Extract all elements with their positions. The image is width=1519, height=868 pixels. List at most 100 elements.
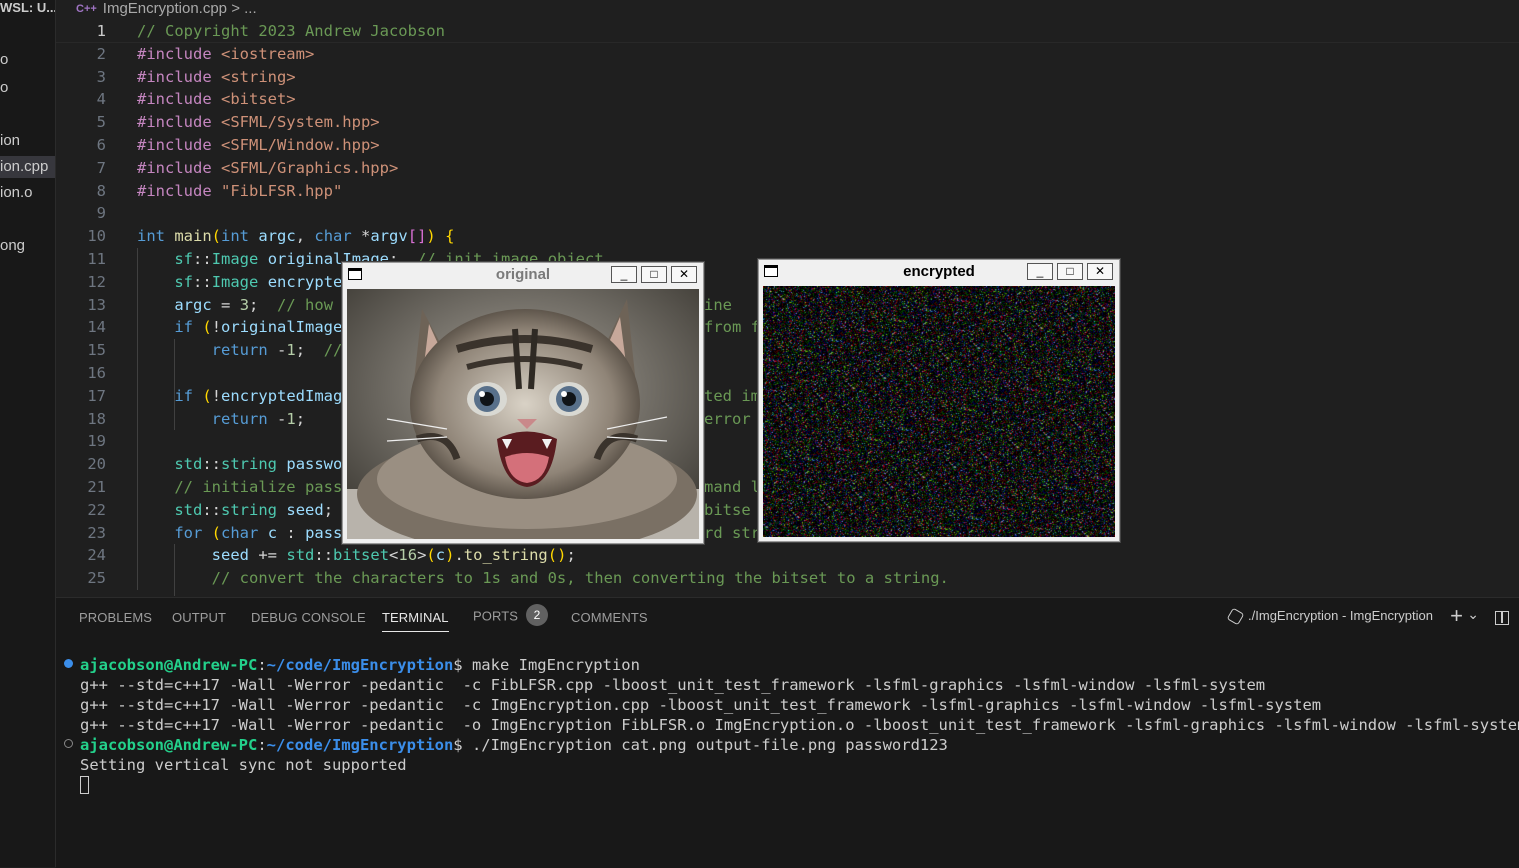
command-success-dot[interactable] xyxy=(64,659,73,668)
line-number[interactable]: 11 xyxy=(56,248,106,270)
minimize-button[interactable]: _ xyxy=(1027,263,1053,280)
line-number[interactable]: 8 xyxy=(56,180,106,202)
command-running-dot[interactable] xyxy=(64,739,73,748)
terminal-line: ajacobson@Andrew-PC:~/code/ImgEncryption… xyxy=(80,655,640,675)
line-number[interactable]: 16 xyxy=(56,362,106,384)
code-text-fragment: mand l xyxy=(704,478,760,496)
code-text: #include <string> xyxy=(137,67,296,86)
line-number[interactable]: 10 xyxy=(56,225,106,247)
code-line[interactable]: 1 // Copyright 2023 Andrew Jacobson xyxy=(56,20,1519,43)
explorer-item[interactable]: o xyxy=(0,49,55,71)
tab-terminal[interactable]: TERMINAL xyxy=(382,610,449,632)
tab-output[interactable]: OUTPUT xyxy=(172,610,226,625)
encrypted-image-window[interactable]: encrypted _ □ ✕ xyxy=(758,259,1120,542)
line-number[interactable]: 21 xyxy=(56,476,106,498)
line-number[interactable]: 13 xyxy=(56,294,106,316)
line-number[interactable]: 4 xyxy=(56,88,106,110)
explorer-item[interactable]: ion.o xyxy=(0,182,55,204)
explorer-item-selected[interactable]: ion.cpp xyxy=(0,156,55,178)
code-line[interactable]: 2 #include <iostream> xyxy=(56,43,1519,65)
code-line[interactable]: 9 xyxy=(56,202,1519,224)
code-line[interactable]: 6 #include <SFML/Window.hpp> xyxy=(56,134,1519,156)
terminal-selector[interactable]: ./ImgEncryption - ImgEncryption xyxy=(1226,607,1433,626)
add-terminal-icon[interactable]: + xyxy=(1450,603,1463,629)
code-line[interactable]: 3 #include <string> xyxy=(56,66,1519,88)
line-number[interactable]: 19 xyxy=(56,430,106,452)
terminal-output: Setting vertical sync not supported xyxy=(80,756,407,774)
chevron-down-icon[interactable]: ⌄ xyxy=(1467,606,1479,623)
line-number[interactable]: 24 xyxy=(56,544,106,566)
tab-ports-label: PORTS xyxy=(473,608,519,624)
tab-ports[interactable]: PORTS 2 xyxy=(473,604,549,628)
code-text: std::string seed; xyxy=(174,500,334,519)
window-titlebar[interactable]: original _ □ ✕ xyxy=(343,263,703,287)
terminal-output: g++ --std=c++17 -Wall -Werror -pedantic … xyxy=(80,696,1322,714)
code-text-fragment: from f xyxy=(704,318,760,337)
split-panel-icon[interactable] xyxy=(1495,611,1509,625)
line-number[interactable]: 3 xyxy=(56,66,106,88)
explorer-item[interactable]: ong xyxy=(0,235,55,257)
line-number[interactable]: 23 xyxy=(56,522,106,544)
minimize-button[interactable]: _ xyxy=(611,266,637,283)
indent-guide xyxy=(137,248,138,590)
line-number[interactable]: 12 xyxy=(56,271,106,293)
maximize-button[interactable]: □ xyxy=(1057,263,1083,280)
kitten-photo xyxy=(347,289,699,539)
line-number[interactable]: 18 xyxy=(56,408,106,430)
terminal-cursor[interactable] xyxy=(80,776,89,794)
line-number[interactable]: 22 xyxy=(56,499,106,521)
line-number[interactable]: 17 xyxy=(56,385,106,407)
tab-comments[interactable]: COMMENTS xyxy=(571,610,648,625)
tab-problems[interactable]: PROBLEMS xyxy=(79,610,152,625)
code-text: seed += std::bitset<16>(c).to_string(); xyxy=(211,546,576,565)
code-text: if (!encryptedImag xyxy=(174,386,343,405)
code-line[interactable]: 10 int main(int argc, char *argv[]) { xyxy=(56,225,1519,247)
code-line[interactable]: 7 #include <SFML/Graphics.hpp> xyxy=(56,157,1519,179)
window-titlebar[interactable]: encrypted _ □ ✕ xyxy=(759,260,1119,284)
line-number[interactable]: 7 xyxy=(56,157,106,179)
code-text: int main(int argc, char *argv[]) { xyxy=(137,227,455,246)
line-number[interactable]: 20 xyxy=(56,453,106,475)
code-text: return -1; // xyxy=(211,341,343,360)
line-number[interactable]: 2 xyxy=(56,43,106,65)
line-number[interactable]: 5 xyxy=(56,111,106,133)
line-number[interactable]: 9 xyxy=(56,202,106,224)
maximize-button[interactable]: □ xyxy=(641,266,667,283)
code-text-fragment: error xyxy=(704,409,751,428)
prompt-user: ajacobson@Andrew-PC xyxy=(80,736,258,754)
code-line[interactable]: 24 seed += std::bitset<16>(c).to_string(… xyxy=(56,544,1519,566)
code-line[interactable]: 8 #include "FibLFSR.hpp" xyxy=(56,180,1519,202)
indent-guide xyxy=(174,544,175,596)
line-number[interactable]: 25 xyxy=(56,567,106,589)
tab-debug-console[interactable]: DEBUG CONSOLE xyxy=(251,610,366,625)
code-text-fragment: ine xyxy=(704,295,732,314)
terminal-output: g++ --std=c++17 -Wall -Werror -pedantic … xyxy=(80,716,1519,734)
code-text: #include <SFML/Window.hpp> xyxy=(137,136,380,154)
code-text: for (char c : pass xyxy=(174,523,343,542)
code-text: #include <bitset> xyxy=(137,90,296,109)
close-button[interactable]: ✕ xyxy=(1087,263,1113,280)
prompt-colon: : xyxy=(257,656,267,674)
breadcrumb-file[interactable]: ImgEncryption.cpp xyxy=(103,0,227,17)
line-number[interactable]: 15 xyxy=(56,339,106,361)
original-image-window[interactable]: original _ □ ✕ xyxy=(342,262,704,544)
code-line[interactable]: 4 #include <bitset> xyxy=(56,88,1519,110)
breadcrumb: C++ ImgEncryption.cpp > ... xyxy=(76,0,257,20)
breadcrumb-more[interactable]: ... xyxy=(244,0,257,17)
explorer-item[interactable]: ion xyxy=(0,130,55,152)
indent-guide xyxy=(174,384,175,431)
explorer-item[interactable]: o xyxy=(0,77,55,99)
code-line[interactable]: 25 // convert the characters to 1s and 0… xyxy=(56,567,1519,589)
terminal-profile-icon xyxy=(1226,607,1245,626)
line-number[interactable]: 6 xyxy=(56,134,106,156)
prompt-path: ~/code/ImgEncryption xyxy=(266,736,454,754)
cat-image xyxy=(347,289,699,539)
code-text: // Copyright 2023 Andrew Jacobson xyxy=(137,22,445,40)
close-button[interactable]: ✕ xyxy=(671,266,697,283)
line-number[interactable]: 14 xyxy=(56,316,106,338)
code-line[interactable]: 5 #include <SFML/System.hpp> xyxy=(56,111,1519,133)
indent-guide xyxy=(174,339,175,385)
code-text: #include <SFML/Graphics.hpp> xyxy=(137,158,399,177)
line-number[interactable]: 1 xyxy=(56,20,106,42)
encrypted-noise-image xyxy=(763,286,1115,537)
